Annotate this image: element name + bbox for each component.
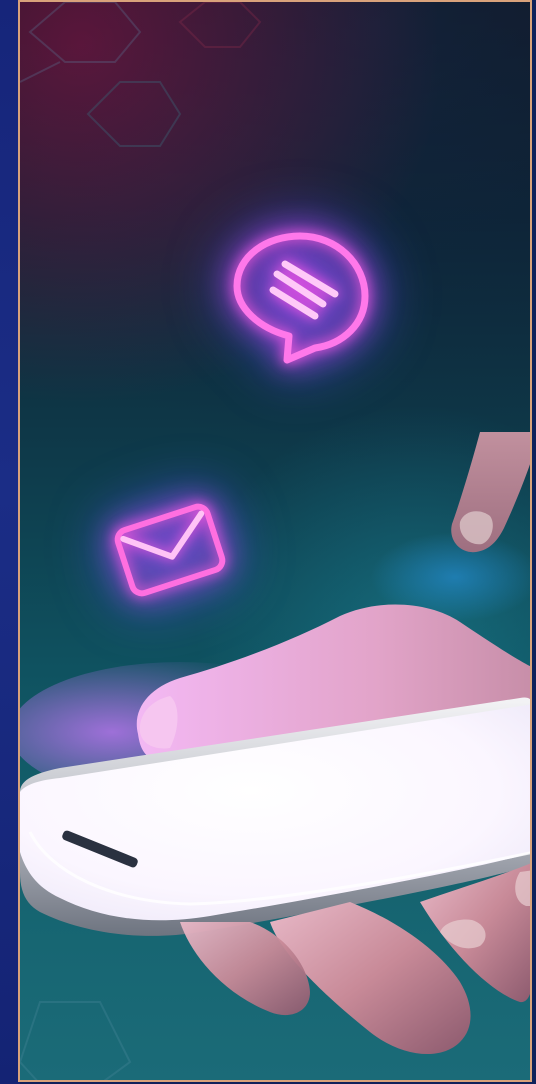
hand-holding-phone — [20, 432, 530, 1055]
left-border-strip — [0, 0, 20, 1084]
photo-frame — [18, 0, 532, 1082]
chat-bubble-icon — [225, 224, 375, 372]
